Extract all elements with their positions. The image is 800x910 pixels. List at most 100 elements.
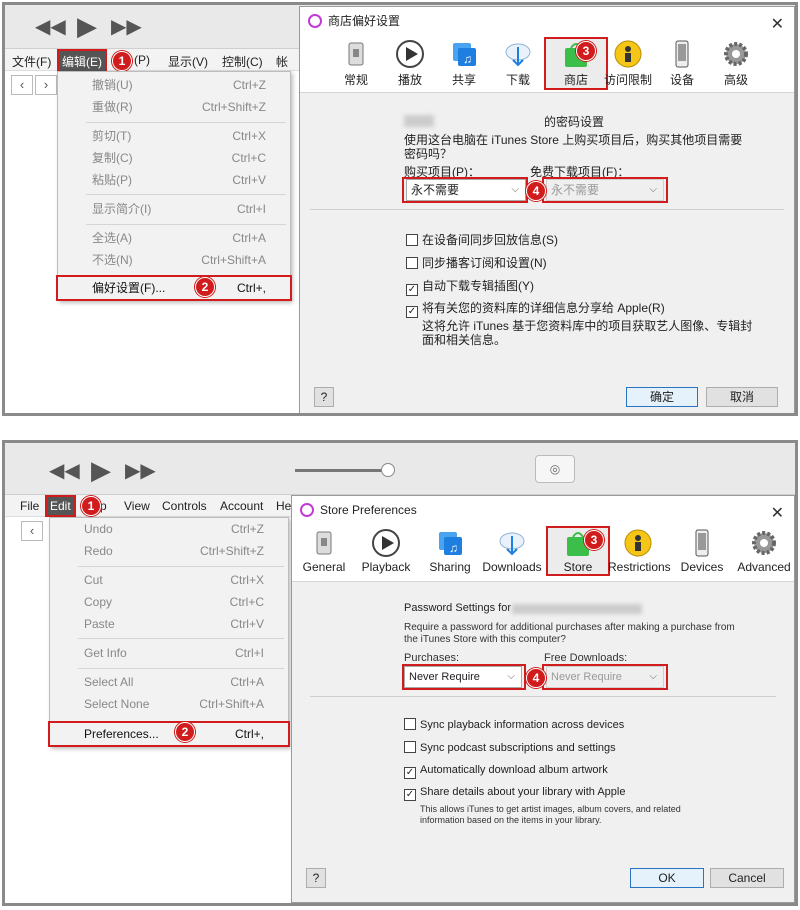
- highlight-frame: [542, 177, 668, 203]
- menu-file[interactable]: File: [17, 497, 42, 515]
- menu-item-preferences[interactable]: 偏好设置(F)... Ctrl+,: [56, 275, 292, 301]
- dialog-titlebar: Store Preferences ✕: [292, 496, 794, 524]
- help-button[interactable]: ?: [314, 387, 334, 407]
- menu-view[interactable]: View: [121, 497, 153, 515]
- play-icon[interactable]: ▶: [91, 457, 111, 483]
- checkbox-box[interactable]: [406, 234, 418, 246]
- menu-item-select-none[interactable]: Select None Ctrl+Shift+A: [50, 693, 288, 715]
- tab-downloads[interactable]: Downloads: [482, 528, 542, 574]
- menu-item-copy[interactable]: 复制(C) Ctrl+C: [58, 147, 290, 169]
- previous-icon[interactable]: ◀◀: [49, 461, 80, 481]
- tab-advanced[interactable]: 高级: [706, 39, 766, 88]
- svg-text:♫: ♫: [463, 52, 472, 66]
- tab-general[interactable]: General: [294, 528, 354, 574]
- tab-general[interactable]: 常规: [326, 39, 386, 88]
- menu-item-paste[interactable]: 粘贴(P) Ctrl+V: [58, 169, 290, 191]
- preferences-toolbar: 常规 播放 ♫ 共享 下载 商店 访问限制 设备 高级: [300, 35, 794, 93]
- back-button[interactable]: ‹: [21, 521, 43, 541]
- menu-item-select-none[interactable]: 不选(N) Ctrl+Shift+A: [58, 249, 290, 271]
- next-icon[interactable]: ▶▶: [111, 17, 142, 37]
- checkmark-icon[interactable]: ✓: [404, 767, 416, 779]
- tab-advanced[interactable]: Advanced: [734, 528, 794, 574]
- cancel-button[interactable]: Cancel: [710, 868, 784, 888]
- previous-icon[interactable]: ◀◀: [35, 17, 66, 37]
- tab-restrictions[interactable]: Restrictions: [608, 528, 671, 574]
- menu-item-copy[interactable]: Copy Ctrl+C: [50, 591, 288, 613]
- svg-text:♫: ♫: [449, 541, 458, 555]
- tab-devices[interactable]: Devices: [672, 528, 732, 574]
- gear-icon: [724, 42, 748, 66]
- airplay-icon[interactable]: ◎: [535, 455, 575, 483]
- menu-item-preferences[interactable]: Preferences... Ctrl+,: [48, 721, 290, 747]
- checkbox-album-artwork[interactable]: ✓ 自动下载专辑插图(Y): [406, 277, 534, 296]
- tab-restrictions[interactable]: 访问限制: [598, 39, 658, 88]
- menu-item-redo[interactable]: Redo Ctrl+Shift+Z: [50, 540, 288, 562]
- tab-playback[interactable]: Playback: [356, 528, 416, 574]
- highlight-frame: [402, 177, 528, 203]
- restrictions-icon: [614, 40, 642, 68]
- checkbox-sync-podcasts[interactable]: 同步播客订阅和设置(N): [406, 254, 547, 271]
- store-preferences-dialog: Store Preferences ✕ General Playback ♫ Sh…: [291, 495, 795, 903]
- free-downloads-label: Free Downloads:: [544, 652, 628, 664]
- menu-view[interactable]: 显示(V): [165, 51, 211, 72]
- menu-item-select-all[interactable]: Select All Ctrl+A: [50, 671, 288, 693]
- menu-separator: [78, 566, 284, 567]
- gear-icon: [752, 531, 776, 555]
- tab-sharing[interactable]: ♫ Sharing: [420, 528, 480, 574]
- play-icon[interactable]: ▶: [77, 13, 97, 39]
- password-heading: 的密码设置: [544, 115, 605, 129]
- volume-slider-track[interactable]: [295, 469, 391, 472]
- menu-item-undo[interactable]: 撤销(U) Ctrl+Z: [58, 74, 290, 96]
- checkmark-icon[interactable]: ✓: [406, 306, 418, 318]
- checkmark-icon[interactable]: ✓: [406, 284, 418, 296]
- forward-button[interactable]: ›: [35, 75, 57, 95]
- checkbox-sync-playback[interactable]: Sync playback information across devices: [404, 718, 624, 731]
- checkbox-share-details[interactable]: ✓ 将有关您的资料库的详细信息分享给 Apple(R): [406, 299, 665, 318]
- store-preferences-dialog: 商店偏好设置 ✕ 常规 播放 ♫ 共享 下载 商店 访问限制 设备 高级 3 的密…: [299, 6, 795, 413]
- menu-item-paste[interactable]: Paste Ctrl+V: [50, 613, 288, 635]
- tab-playback[interactable]: 播放: [380, 39, 440, 88]
- checkbox-box[interactable]: [404, 741, 416, 753]
- menu-account[interactable]: Account: [217, 497, 266, 515]
- checkbox-album-artwork[interactable]: ✓ Automatically download album artwork: [404, 764, 608, 779]
- menu-edit[interactable]: 编辑(E): [57, 49, 107, 74]
- menu-edit[interactable]: Edit: [45, 495, 76, 517]
- step-badge-2: 2: [175, 722, 195, 742]
- menu-item-redo[interactable]: 重做(R) Ctrl+Shift+Z: [58, 96, 290, 118]
- checkbox-share-details[interactable]: ✓ Share details about your library with A…: [404, 786, 625, 801]
- menu-item-cut[interactable]: 剪切(T) Ctrl+X: [58, 125, 290, 147]
- checkbox-box[interactable]: [404, 718, 416, 730]
- cancel-button[interactable]: 取消: [706, 387, 778, 407]
- back-button[interactable]: ‹: [11, 75, 33, 95]
- menu-file[interactable]: 文件(F): [9, 51, 54, 72]
- general-icon: [348, 42, 364, 66]
- menu-separator: [78, 668, 284, 669]
- checkmark-icon[interactable]: ✓: [404, 789, 416, 801]
- checkbox-sync-podcasts[interactable]: Sync podcast subscriptions and settings: [404, 741, 616, 754]
- ok-button[interactable]: 确定: [626, 387, 698, 407]
- tab-downloads[interactable]: 下载: [488, 39, 548, 88]
- menu-item-get-info[interactable]: 显示简介(I) Ctrl+I: [58, 198, 290, 220]
- checkbox-sync-playback[interactable]: 在设备间同步回放信息(S): [406, 231, 558, 248]
- menu-account[interactable]: 帐: [273, 51, 291, 72]
- playback-icon: [396, 40, 424, 68]
- edit-menu-dropdown: Undo Ctrl+Z Redo Ctrl+Shift+Z Cut Ctrl+X Co…: [48, 517, 290, 747]
- checkbox-box[interactable]: [406, 257, 418, 269]
- help-button[interactable]: ?: [306, 868, 326, 888]
- tab-sharing[interactable]: ♫ 共享: [434, 39, 494, 88]
- device-phone-icon: [695, 529, 709, 557]
- highlight-frame: [542, 664, 668, 690]
- menu-item-get-info[interactable]: Get Info Ctrl+I: [50, 642, 288, 664]
- volume-slider-knob[interactable]: [381, 463, 395, 477]
- menu-item-select-all[interactable]: 全选(A) Ctrl+A: [58, 227, 290, 249]
- menu-controls[interactable]: Controls: [159, 497, 210, 515]
- menu-controls[interactable]: 控制(C): [219, 51, 266, 72]
- next-icon[interactable]: ▶▶: [125, 461, 156, 481]
- menu-playlist[interactable]: (P): [131, 51, 153, 69]
- tab-devices[interactable]: 设备: [652, 39, 712, 88]
- ok-button[interactable]: OK: [630, 868, 704, 888]
- step-badge-4: 4: [526, 668, 546, 688]
- menu-item-undo[interactable]: Undo Ctrl+Z: [50, 518, 288, 540]
- menu-item-cut[interactable]: Cut Ctrl+X: [50, 569, 288, 591]
- preferences-toolbar: General Playback ♫ Sharing Downloads Stor…: [292, 524, 794, 582]
